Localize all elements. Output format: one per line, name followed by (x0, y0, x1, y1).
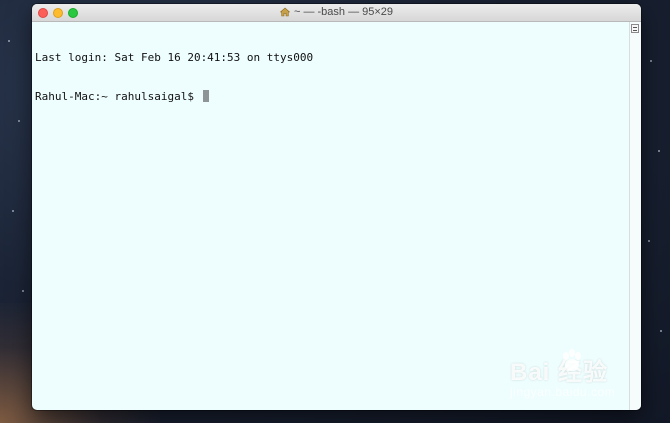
window-title-text: ~ — -bash — 95×29 (293, 6, 394, 18)
baidu-watermark: Bai 经验 jingyan.baidu.com (510, 349, 640, 407)
star (22, 290, 24, 292)
star (650, 60, 652, 62)
star (648, 240, 650, 242)
star (658, 150, 660, 152)
title-bar[interactable]: ~ — -bash — 95×29 (32, 4, 641, 22)
text-cursor (202, 90, 209, 102)
scroll-menu-icon[interactable] (631, 24, 639, 33)
shell-prompt: Rahul-Mac:~ rahulsaigal$ (35, 90, 201, 103)
paw-icon (563, 349, 581, 371)
star (660, 330, 662, 332)
window-title: ~ — -bash — 95×29 (32, 6, 641, 18)
star (18, 120, 20, 122)
terminal-window[interactable]: ~ — -bash — 95×29 Last login: Sat Feb 16… (32, 4, 641, 410)
terminal-line-prompt: Rahul-Mac:~ rahulsaigal$ (35, 90, 627, 103)
home-icon (279, 7, 290, 17)
terminal-line-login: Last login: Sat Feb 16 20:41:53 on ttys0… (35, 51, 314, 64)
watermark-url: jingyan.baidu.com (510, 385, 616, 399)
star (8, 40, 10, 42)
star (12, 210, 14, 212)
